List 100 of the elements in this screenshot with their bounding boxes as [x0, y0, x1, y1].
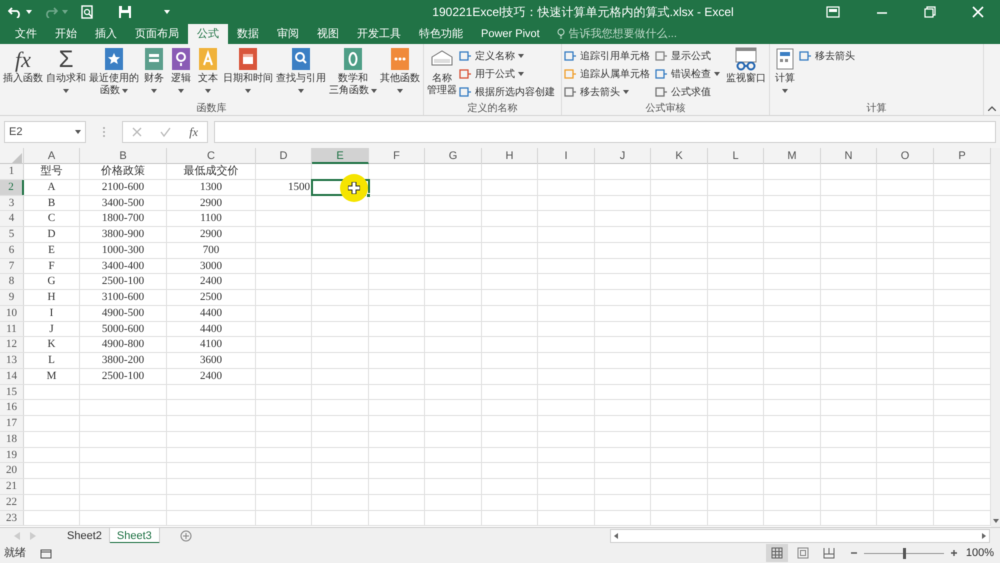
row-header[interactable]: 17	[0, 416, 24, 431]
column-header[interactable]: H	[482, 148, 538, 164]
scroll-down-icon[interactable]	[992, 519, 998, 523]
row-header[interactable]: 2	[0, 180, 24, 194]
ribbon-button[interactable]: 计算	[772, 47, 798, 97]
column-header[interactable]: L	[708, 148, 764, 164]
function-glyph-icon: Σ	[58, 47, 74, 73]
horizontal-scrollbar[interactable]	[610, 528, 990, 542]
row-header[interactable]: 4	[0, 211, 24, 226]
row-header[interactable]: 8	[0, 274, 24, 289]
table-cell: C	[24, 211, 80, 226]
collapse-ribbon-icon[interactable]	[988, 106, 996, 111]
name-box[interactable]: E2	[4, 121, 86, 143]
row-header[interactable]: 22	[0, 494, 24, 510]
ribbon-button[interactable]: 数学和 三角函数	[328, 47, 378, 97]
ribbon-button[interactable]: fx 插入函数	[2, 47, 44, 85]
scroll-left-icon[interactable]	[614, 532, 618, 538]
vertical-scrollbar[interactable]	[991, 148, 1000, 527]
ribbon-tab[interactable]: 开始	[46, 24, 86, 44]
row-header[interactable]: 14	[0, 368, 24, 384]
ribbon-tab[interactable]: Power Pivot	[472, 24, 549, 44]
column-header[interactable]: C	[167, 148, 256, 164]
ribbon-button[interactable]: 移去箭头	[564, 84, 654, 100]
table-cell: 2100-600	[80, 180, 167, 194]
ribbon-button[interactable]: 根据所选内容创建	[459, 84, 559, 100]
ribbon-button[interactable]: 公式求值	[655, 84, 724, 100]
ribbon-button[interactable]: 错误检查	[655, 66, 724, 82]
sheet-tab[interactable]: Sheet3	[110, 528, 160, 544]
close-icon[interactable]	[972, 6, 984, 18]
zoom-slider-thumb[interactable]	[902, 548, 906, 558]
ribbon-button[interactable]: 监视窗口	[725, 47, 767, 85]
column-header[interactable]: J	[595, 148, 651, 164]
zoom-slider[interactable]	[864, 548, 944, 558]
row-header[interactable]: 6	[0, 242, 24, 258]
ribbon-button[interactable]: 追踪引用单元格	[564, 48, 654, 64]
ribbon-button[interactable]: 定义名称	[459, 48, 559, 64]
row-header[interactable]: 15	[0, 384, 24, 400]
add-sheet-icon[interactable]	[180, 530, 192, 542]
ribbon-button[interactable]: 用于公式	[459, 66, 559, 82]
ribbon-button[interactable]: Σ 自动求和	[45, 47, 87, 97]
scroll-right-icon[interactable]	[982, 532, 986, 538]
tell-me-field[interactable]: 告诉我您想要做什么...	[568, 26, 769, 42]
column-header[interactable]: G	[425, 148, 482, 164]
ribbon-button[interactable]: 财务	[141, 47, 167, 97]
ribbon-button[interactable]: 查找与引用	[275, 47, 327, 97]
ribbon-tab[interactable]: 页面布局	[126, 24, 188, 44]
ribbon-button[interactable]: 文本	[195, 47, 221, 97]
view-button[interactable]	[766, 544, 788, 562]
zoom-in-icon[interactable]	[950, 549, 958, 557]
ribbon-button[interactable]: 显示公式	[655, 48, 724, 64]
ribbon-button[interactable]: 追踪从属单元格	[564, 66, 654, 82]
ribbon-display-icon[interactable]	[826, 6, 840, 18]
ribbon-button[interactable]: 名称 管理器	[426, 47, 458, 97]
row-header[interactable]: 10	[0, 306, 24, 320]
ribbon-tab[interactable]: 开发工具	[348, 24, 410, 44]
row-header[interactable]: 1	[0, 164, 24, 179]
ribbon-tab[interactable]: 公式	[188, 24, 228, 44]
ribbon-tab[interactable]: 审阅	[268, 24, 308, 44]
row-header[interactable]: 11	[0, 322, 24, 336]
row-header[interactable]: 13	[0, 353, 24, 368]
table-cell: 2900	[167, 227, 256, 242]
row-header[interactable]: 16	[0, 400, 24, 415]
row-header[interactable]: 3	[0, 196, 24, 210]
ribbon-tab[interactable]: 视图	[308, 24, 348, 44]
row-header[interactable]: 18	[0, 432, 24, 446]
row-header[interactable]: 12	[0, 337, 24, 352]
ribbon-button[interactable]: 最近使用的 函数	[88, 47, 140, 97]
restore-icon[interactable]	[924, 6, 936, 18]
ribbon-tab[interactable]: 特色功能	[410, 24, 472, 44]
column-header[interactable]: I	[538, 148, 595, 164]
row-header[interactable]: 21	[0, 479, 24, 494]
column-header[interactable]: N	[821, 148, 877, 164]
ribbon-tab[interactable]: 数据	[228, 24, 268, 44]
ribbon-tab[interactable]: 插入	[86, 24, 126, 44]
row-header[interactable]: 7	[0, 258, 24, 274]
macro-record-icon[interactable]	[40, 548, 52, 558]
ribbon-button[interactable]: 逻辑	[168, 47, 194, 97]
formula-input-field[interactable]	[214, 121, 996, 143]
column-header[interactable]: M	[764, 148, 821, 164]
undo-button[interactable]	[8, 6, 32, 18]
ribbon-tab[interactable]: 文件	[6, 24, 46, 44]
row-header[interactable]: 20	[0, 463, 24, 478]
column-header[interactable]: A	[24, 148, 80, 164]
table-cell: 1000-300	[80, 242, 167, 258]
column-header[interactable]: B	[80, 148, 167, 164]
customize-caret-icon[interactable]	[164, 10, 170, 14]
row-header[interactable]: 19	[0, 448, 24, 462]
column-header[interactable]: F	[369, 148, 425, 164]
print-preview-icon[interactable]	[80, 5, 94, 19]
ribbon-button[interactable]: 移去箭头	[799, 48, 859, 64]
row-header[interactable]: 9	[0, 290, 24, 305]
ribbon-button[interactable]: 其他函数	[379, 47, 421, 97]
ribbon-button[interactable]: 日期和时间	[222, 47, 274, 97]
insert-function-button[interactable]: fx	[189, 123, 198, 141]
column-header[interactable]: O	[877, 148, 934, 164]
row-header[interactable]: 5	[0, 227, 24, 242]
column-header[interactable]: E	[312, 148, 369, 164]
column-header[interactable]: K	[651, 148, 708, 164]
row-header[interactable]: 23	[0, 510, 24, 526]
fill-handle[interactable]	[366, 192, 371, 198]
